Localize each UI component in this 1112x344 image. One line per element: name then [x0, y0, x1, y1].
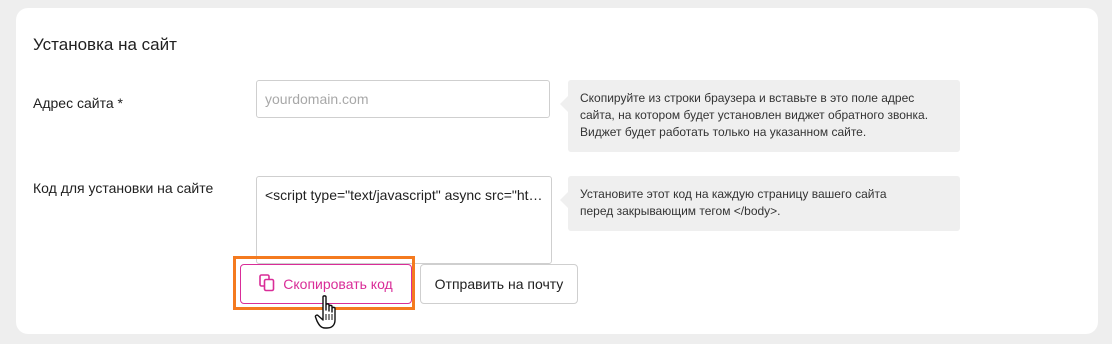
- hand-pointer-icon: [314, 294, 344, 337]
- install-code-hint: Установите этот код на каждую страницу в…: [560, 176, 960, 231]
- install-code-field[interactable]: <script type="text/javascript" async src…: [256, 176, 552, 264]
- install-code-label: Код для установки на сайте: [33, 180, 214, 196]
- hint-line: Виджет будет работать только на указанно…: [580, 125, 867, 139]
- site-address-hint: Скопируйте из строки браузера и вставьте…: [560, 80, 960, 152]
- site-address-input[interactable]: [256, 80, 550, 118]
- section-title: Установка на сайт: [33, 35, 177, 54]
- send-email-button[interactable]: Отправить на почту: [420, 264, 578, 304]
- site-address-label: Адрес сайта *: [33, 95, 123, 111]
- hint-line: Скопируйте из строки браузера и вставьте…: [580, 91, 915, 105]
- copy-code-label: Скопировать код: [283, 276, 393, 292]
- hint-line: Установите этот код на каждую страницу в…: [580, 187, 887, 201]
- hint-line: сайта, на котором будет установлен видже…: [580, 108, 929, 122]
- copy-icon: [259, 273, 275, 295]
- send-email-label: Отправить на почту: [434, 276, 564, 292]
- hint-line: перед закрывающим тегом </body>.: [580, 204, 781, 218]
